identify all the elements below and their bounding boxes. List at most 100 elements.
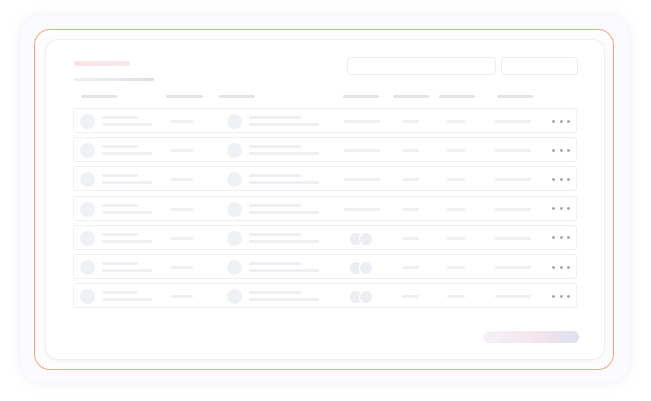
row-subtitle [102, 239, 152, 243]
table-row[interactable] [73, 254, 577, 279]
assignee-avatar [227, 201, 242, 217]
row-subtitle [102, 210, 152, 214]
row-title [102, 262, 138, 265]
row-id [171, 120, 193, 123]
table-row[interactable] [73, 195, 577, 221]
date-cell [495, 295, 531, 299]
row-title [102, 232, 138, 236]
dot [552, 177, 555, 181]
dot [552, 207, 555, 211]
member-avatar [359, 290, 373, 305]
avatar [80, 260, 95, 275]
more-horizontal-icon[interactable] [552, 263, 570, 271]
assignee-email [249, 123, 319, 126]
row-subtitle [102, 298, 152, 302]
row-subtitle [102, 269, 152, 272]
table-row[interactable] [73, 137, 577, 163]
members-cell [344, 207, 380, 211]
pagination-control[interactable] [483, 331, 579, 343]
assignee-avatar [227, 143, 242, 159]
more-horizontal-icon[interactable] [552, 205, 570, 213]
assignee-avatar [227, 172, 242, 188]
avatar [80, 143, 95, 159]
avatar [80, 172, 95, 188]
assignee-email [249, 152, 319, 156]
priority-cell [447, 236, 465, 240]
more-horizontal-icon[interactable] [552, 175, 570, 183]
row-id [171, 207, 193, 211]
filter-button[interactable] [501, 57, 578, 75]
assignee-avatar [227, 260, 242, 275]
assignee-name [249, 174, 301, 178]
dot [552, 148, 555, 152]
more-horizontal-icon[interactable] [552, 292, 570, 300]
dot [567, 294, 570, 298]
more-horizontal-icon[interactable] [552, 146, 570, 154]
row-subtitle [102, 123, 152, 126]
assignee-name [249, 232, 301, 236]
row-title [102, 203, 138, 207]
members-cell [344, 178, 380, 182]
status-cell [402, 236, 419, 240]
dot [567, 148, 570, 152]
date-cell [495, 178, 531, 182]
assignee-email [249, 181, 319, 185]
assignee-avatar [227, 230, 242, 246]
assignee-email [249, 269, 319, 272]
dot [552, 265, 555, 269]
more-horizontal-icon[interactable] [552, 234, 570, 242]
row-id [171, 178, 193, 182]
avatar [80, 289, 95, 305]
assignee-email [249, 239, 319, 243]
column-header-members[interactable] [343, 95, 379, 98]
dot [559, 177, 563, 181]
status-cell [402, 149, 419, 153]
search-input[interactable] [347, 57, 496, 75]
avatar [80, 201, 95, 217]
row-id [171, 149, 193, 153]
column-header-assignee[interactable] [219, 95, 255, 98]
dot [567, 119, 570, 123]
avatar [80, 114, 95, 129]
assignee-email [249, 210, 319, 214]
dot [552, 294, 555, 298]
date-cell [495, 207, 531, 211]
table-row[interactable] [73, 108, 577, 133]
date-cell [495, 236, 531, 240]
row-id [171, 295, 193, 299]
row-title [102, 174, 138, 178]
priority-cell [447, 266, 465, 269]
column-header-status[interactable] [393, 95, 429, 98]
members-cell [344, 120, 380, 123]
members-cell [344, 149, 380, 153]
assignee-name [249, 262, 301, 265]
column-header-priority[interactable] [439, 95, 475, 98]
member-avatar [359, 231, 373, 246]
page-title [74, 61, 130, 66]
assignee-name [249, 291, 301, 295]
dot [559, 207, 563, 211]
column-header-date[interactable] [497, 95, 533, 98]
more-horizontal-icon[interactable] [552, 117, 570, 125]
priority-cell [447, 120, 465, 123]
dot [552, 236, 555, 240]
table-card [46, 40, 604, 359]
column-header-id[interactable] [166, 95, 203, 98]
row-title [102, 145, 138, 149]
row-id [171, 236, 193, 240]
row-title [102, 291, 138, 295]
dot [559, 294, 563, 298]
page-subtitle [74, 78, 154, 81]
avatar [80, 230, 95, 246]
dot [559, 148, 563, 152]
status-cell [402, 207, 419, 211]
assignee-name [249, 116, 301, 119]
column-header-name[interactable] [81, 95, 117, 98]
dot [567, 265, 570, 269]
table-row[interactable] [73, 283, 577, 309]
assignee-email [249, 298, 319, 302]
dot [559, 236, 563, 240]
table-row[interactable] [73, 224, 577, 250]
date-cell [495, 149, 531, 153]
table-row[interactable] [73, 166, 577, 192]
